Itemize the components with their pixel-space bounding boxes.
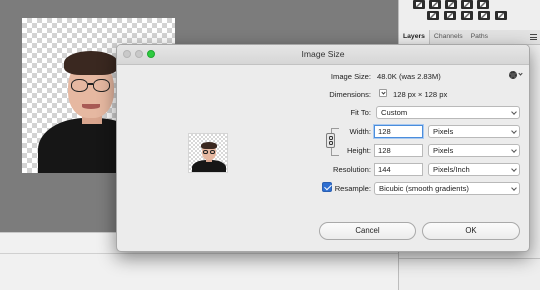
panel-divider (399, 258, 540, 259)
chevron-down-icon (511, 185, 517, 191)
image-preview[interactable] (188, 133, 228, 173)
constrain-proportions-link-icon[interactable] (326, 133, 335, 148)
dialog-titlebar[interactable]: Image Size (117, 45, 529, 65)
chevron-down-icon (511, 109, 517, 115)
adjustment-icon[interactable] (477, 0, 489, 9)
fit-to-label: Fit To: (350, 108, 371, 117)
width-unit-value: Pixels (433, 127, 454, 136)
fit-to-select[interactable]: Custom (376, 106, 520, 119)
resample-method-select[interactable]: Bicubic (smooth gradients) (374, 182, 520, 195)
height-label: Height: (346, 146, 371, 155)
resolution-field[interactable] (374, 163, 423, 176)
adjustment-icon[interactable] (478, 11, 490, 20)
resolution-unit-value: Pixels/Inch (433, 165, 470, 174)
width-field[interactable] (374, 125, 423, 138)
toolbar-row (427, 11, 507, 20)
height-field[interactable] (374, 144, 423, 157)
tab-channels[interactable]: Channels (430, 30, 467, 44)
adjustment-icon[interactable] (445, 0, 457, 9)
dialog-title: Image Size (301, 49, 345, 59)
resolution-label: Resolution: (333, 165, 371, 174)
dimensions-label: Dimensions: (329, 90, 371, 99)
width-label: Width: (349, 127, 371, 136)
chevron-down-icon[interactable] (518, 71, 523, 76)
ok-button[interactable]: OK (422, 222, 520, 240)
image-size-value: 48.0K (was 2.83M) (377, 72, 441, 81)
preview-person (191, 142, 227, 172)
adjustment-icon[interactable] (429, 0, 441, 9)
resample-label: Resample: (334, 184, 371, 193)
chevron-down-icon (511, 128, 517, 134)
tab-layers[interactable]: Layers (399, 30, 430, 44)
adjustment-icon[interactable] (413, 0, 425, 9)
width-unit-select[interactable]: Pixels (428, 125, 520, 138)
fit-to-value: Custom (381, 108, 408, 117)
resolution-unit-select[interactable]: Pixels/Inch (428, 163, 520, 176)
chevron-down-icon (511, 166, 517, 172)
adjustment-icon[interactable] (444, 11, 456, 20)
height-unit-select[interactable]: Pixels (428, 144, 520, 157)
gear-icon[interactable] (509, 71, 517, 79)
resample-method-value: Bicubic (smooth gradients) (379, 184, 469, 193)
image-size-label: Image Size: (330, 72, 371, 81)
image-size-dialog: Image Size Image Size: 48.0K (was 2.83M)… (116, 44, 530, 252)
panel-tabs: Layers Channels Paths (399, 30, 540, 45)
toolbar-row (413, 0, 489, 9)
resample-checkbox[interactable] (322, 182, 332, 192)
chevron-down-icon (511, 147, 517, 153)
dimensions-value: 128 px × 128 px (393, 90, 448, 99)
tab-paths[interactable]: Paths (467, 30, 492, 44)
height-unit-value: Pixels (433, 146, 454, 155)
adjustment-icon[interactable] (495, 11, 507, 20)
adjustment-icon[interactable] (427, 11, 439, 20)
adjustment-icon[interactable] (461, 0, 473, 9)
panel-menu-icon[interactable] (530, 34, 537, 42)
adjustment-icon[interactable] (461, 11, 473, 20)
cancel-button[interactable]: Cancel (319, 222, 416, 240)
dimensions-unit-toggle[interactable] (379, 89, 387, 97)
